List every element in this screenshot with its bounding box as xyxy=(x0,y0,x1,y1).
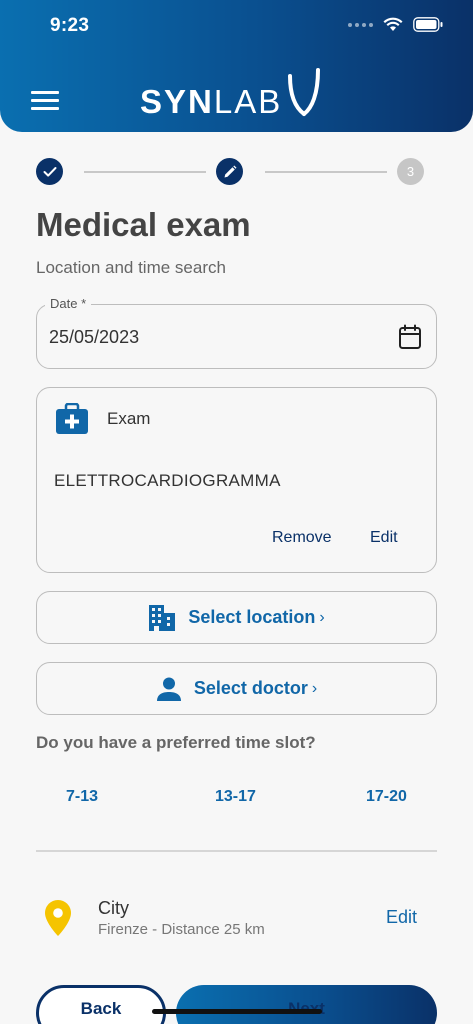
location-pin-icon xyxy=(45,900,71,936)
pencil-icon xyxy=(224,165,236,177)
edit-exam-button[interactable]: Edit xyxy=(370,529,398,547)
time-slot-option[interactable]: 17-20 xyxy=(366,788,407,806)
page-title: Medical exam xyxy=(36,206,251,243)
time-slot-option[interactable]: 13-17 xyxy=(215,788,256,806)
chevron-right-icon: › xyxy=(311,679,318,697)
calendar-icon[interactable] xyxy=(398,324,422,350)
home-indicator[interactable] xyxy=(152,1009,322,1014)
status-time: 9:23 xyxy=(50,15,90,36)
edit-city-button[interactable]: Edit xyxy=(386,907,417,928)
date-field[interactable]: Date * 25/05/2023 xyxy=(36,296,437,369)
signal-icon xyxy=(348,22,373,27)
chevron-right-icon: › xyxy=(319,608,325,626)
step-3-todo: 3 xyxy=(397,158,424,185)
medical-kit-icon xyxy=(56,403,88,434)
building-icon xyxy=(149,604,176,631)
time-slot-option[interactable]: 7-13 xyxy=(66,788,98,806)
logo-mark-icon xyxy=(288,68,321,116)
check-icon xyxy=(43,166,56,177)
exam-heading: Exam xyxy=(107,409,151,428)
page-subtitle: Location and time search xyxy=(36,258,226,277)
person-icon xyxy=(156,677,181,701)
city-detail: Firenze - Distance 25 km xyxy=(98,921,265,938)
section-divider xyxy=(36,850,437,852)
app-header: 9:23 SYNLAB xyxy=(0,0,473,132)
battery-icon xyxy=(413,17,443,32)
remove-exam-button[interactable]: Remove xyxy=(272,529,332,547)
select-location-button[interactable]: Select location › xyxy=(36,591,437,644)
select-doctor-button[interactable]: Select doctor › xyxy=(36,662,437,715)
next-button[interactable]: Next xyxy=(176,985,437,1024)
city-label: City xyxy=(98,898,129,918)
time-slot-question: Do you have a preferred time slot? xyxy=(36,733,316,752)
exam-card: Exam ELETTROCARDIOGRAMMA Remove Edit xyxy=(36,387,437,573)
step-1-done xyxy=(36,158,63,185)
back-button[interactable]: Back xyxy=(36,985,166,1024)
date-field-label: Date * xyxy=(45,296,92,311)
status-icons xyxy=(348,17,443,32)
date-field-value: 25/05/2023 xyxy=(49,327,140,347)
wifi-icon xyxy=(383,17,403,31)
progress-stepper: 3 xyxy=(36,158,425,186)
select-doctor-label: Select doctor xyxy=(193,678,308,698)
synlab-logo: SYNLAB xyxy=(140,68,326,118)
exam-name: ELETTROCARDIOGRAMMA xyxy=(54,471,281,490)
step-2-current xyxy=(216,158,243,185)
hamburger-menu-icon[interactable] xyxy=(31,91,59,111)
select-location-label: Select location xyxy=(188,607,316,627)
